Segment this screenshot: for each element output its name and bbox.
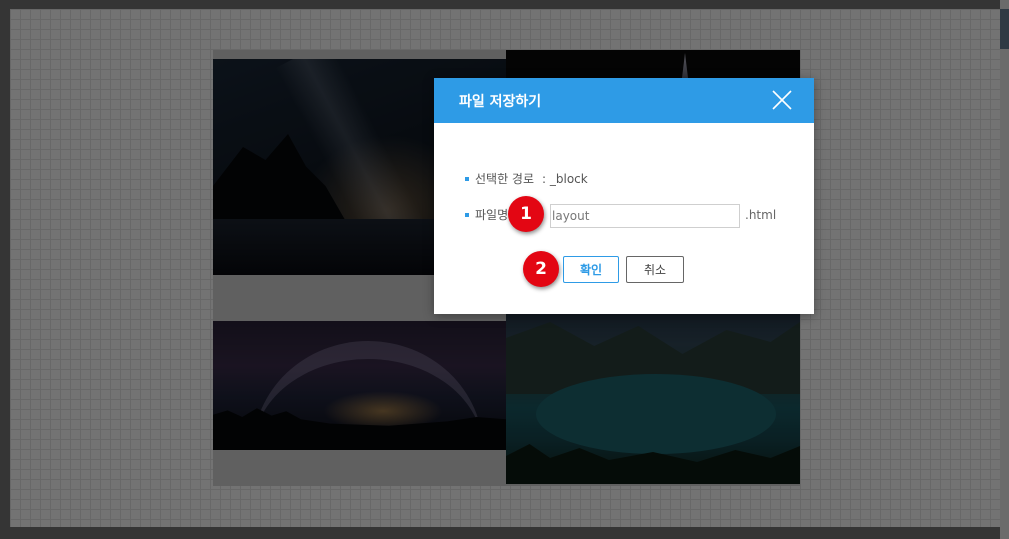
- path-row: 선택한 경로 : _block: [465, 170, 588, 187]
- filename-input[interactable]: [550, 204, 740, 228]
- dialog-header: 파일 저장하기: [434, 78, 814, 123]
- filename-row: 파일명: [465, 206, 508, 223]
- scrollbar-thumb[interactable]: [1000, 9, 1009, 49]
- path-value: : _block: [542, 171, 588, 186]
- close-icon[interactable]: [772, 90, 792, 110]
- step-badge-2: 2: [523, 251, 559, 287]
- bullet-icon: [465, 176, 469, 181]
- save-file-dialog: 파일 저장하기 선택한 경로 : _block 파일명 .html 확인 취소: [434, 78, 814, 314]
- step-badge-1: 1: [508, 196, 544, 232]
- cancel-button[interactable]: 취소: [626, 256, 684, 283]
- path-label: 선택한 경로: [475, 172, 535, 186]
- scrollbar-track[interactable]: [1000, 0, 1009, 539]
- extension-label: .html: [745, 208, 777, 222]
- filename-label: 파일명: [475, 208, 509, 222]
- bullet-icon: [465, 212, 469, 217]
- dialog-title: 파일 저장하기: [459, 94, 542, 110]
- confirm-button[interactable]: 확인: [563, 256, 619, 283]
